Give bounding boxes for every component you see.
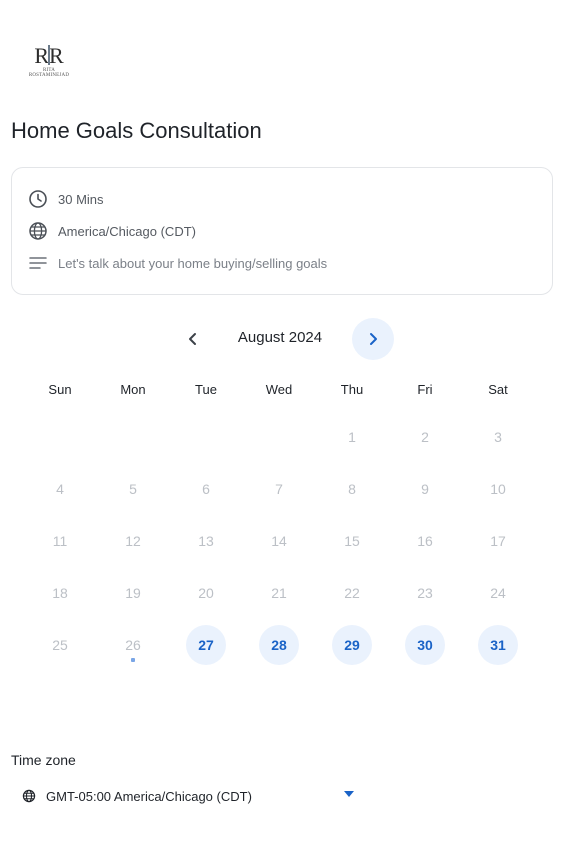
calendar-day-disabled: 11 [52,533,68,549]
globe-icon [22,789,36,803]
calendar-day-disabled: 13 [198,533,214,549]
description-text: Let's talk about your home buying/sellin… [58,255,328,271]
clock-icon [29,190,47,208]
calendar-day-disabled: 16 [417,533,433,549]
calendar-header: August 2024 [0,318,570,360]
calendar-day-disabled: 15 [344,533,360,549]
calendar-day-disabled: 6 [202,481,210,497]
caret-down-icon [344,791,354,797]
calendar-day-available[interactable]: 29 [332,625,372,665]
weekday-header-6: Sat [488,382,508,397]
chevron-right-icon [370,333,377,345]
logo-mark: RR [34,43,64,68]
calendar-day-disabled: 19 [125,585,141,601]
timezone-select-value: GMT-05:00 America/Chicago (CDT) [46,788,252,804]
globe-icon [29,222,47,240]
calendar-day-available[interactable]: 31 [478,625,518,665]
weekday-header-0: Sun [48,382,72,397]
next-month-button[interactable] [352,318,394,360]
timezone-label: Time zone [11,752,76,768]
weekday-header-4: Thu [340,382,364,397]
calendar-day-disabled: 8 [348,481,356,497]
event-details-card: 30 Mins America/Chicago (CDT) Let's talk… [11,167,553,295]
calendar-day-disabled: 9 [421,481,429,497]
calendar-day-disabled: 25 [52,637,68,653]
timezone-text: America/Chicago (CDT) [58,223,196,239]
month-label: August 2024 [237,329,323,346]
today-indicator [131,658,135,662]
calendar-day-available[interactable]: 30 [405,625,445,665]
calendar-day-available[interactable]: 27 [186,625,226,665]
weekday-header-1: Mon [120,382,146,397]
calendar-day-disabled: 12 [125,533,141,549]
weekday-header-3: Wed [265,382,293,397]
calendar-day-disabled: 24 [490,585,506,601]
text-lines-icon [29,257,47,269]
logo-text: RITA ROSTAMINEJAD [28,68,70,78]
calendar-day-disabled: 1 [348,429,356,445]
previous-month-button[interactable] [178,324,208,354]
weekday-header-5: Fri [417,382,433,397]
duration-row: 30 Mins [28,189,104,209]
timezone-select[interactable]: GMT-05:00 America/Chicago (CDT) [22,785,362,807]
timezone-row: America/Chicago (CDT) [28,221,196,241]
calendar-day-disabled: 4 [56,481,64,497]
calendar-day-disabled: 3 [494,429,502,445]
duration-text: 30 Mins [58,191,104,207]
brand-logo: RR RITA ROSTAMINEJAD [24,42,74,78]
chevron-left-icon [189,333,196,345]
calendar-day-disabled: 7 [275,481,283,497]
calendar-day-disabled: 22 [344,585,360,601]
calendar-day-disabled: 20 [198,585,214,601]
description-row: Let's talk about your home buying/sellin… [28,253,327,273]
calendar-day-disabled: 5 [129,481,137,497]
calendar-day-disabled: 21 [271,585,287,601]
calendar-day-disabled: 2 [421,429,429,445]
calendar-day-available[interactable]: 28 [259,625,299,665]
calendar-day-disabled: 17 [490,533,506,549]
calendar-day-disabled: 23 [417,585,433,601]
calendar-day-disabled: 10 [490,481,506,497]
calendar-day-disabled: 18 [52,585,68,601]
weekday-header-2: Tue [195,382,217,397]
calendar-day-disabled: 14 [271,533,287,549]
page-title: Home Goals Consultation [11,118,262,143]
